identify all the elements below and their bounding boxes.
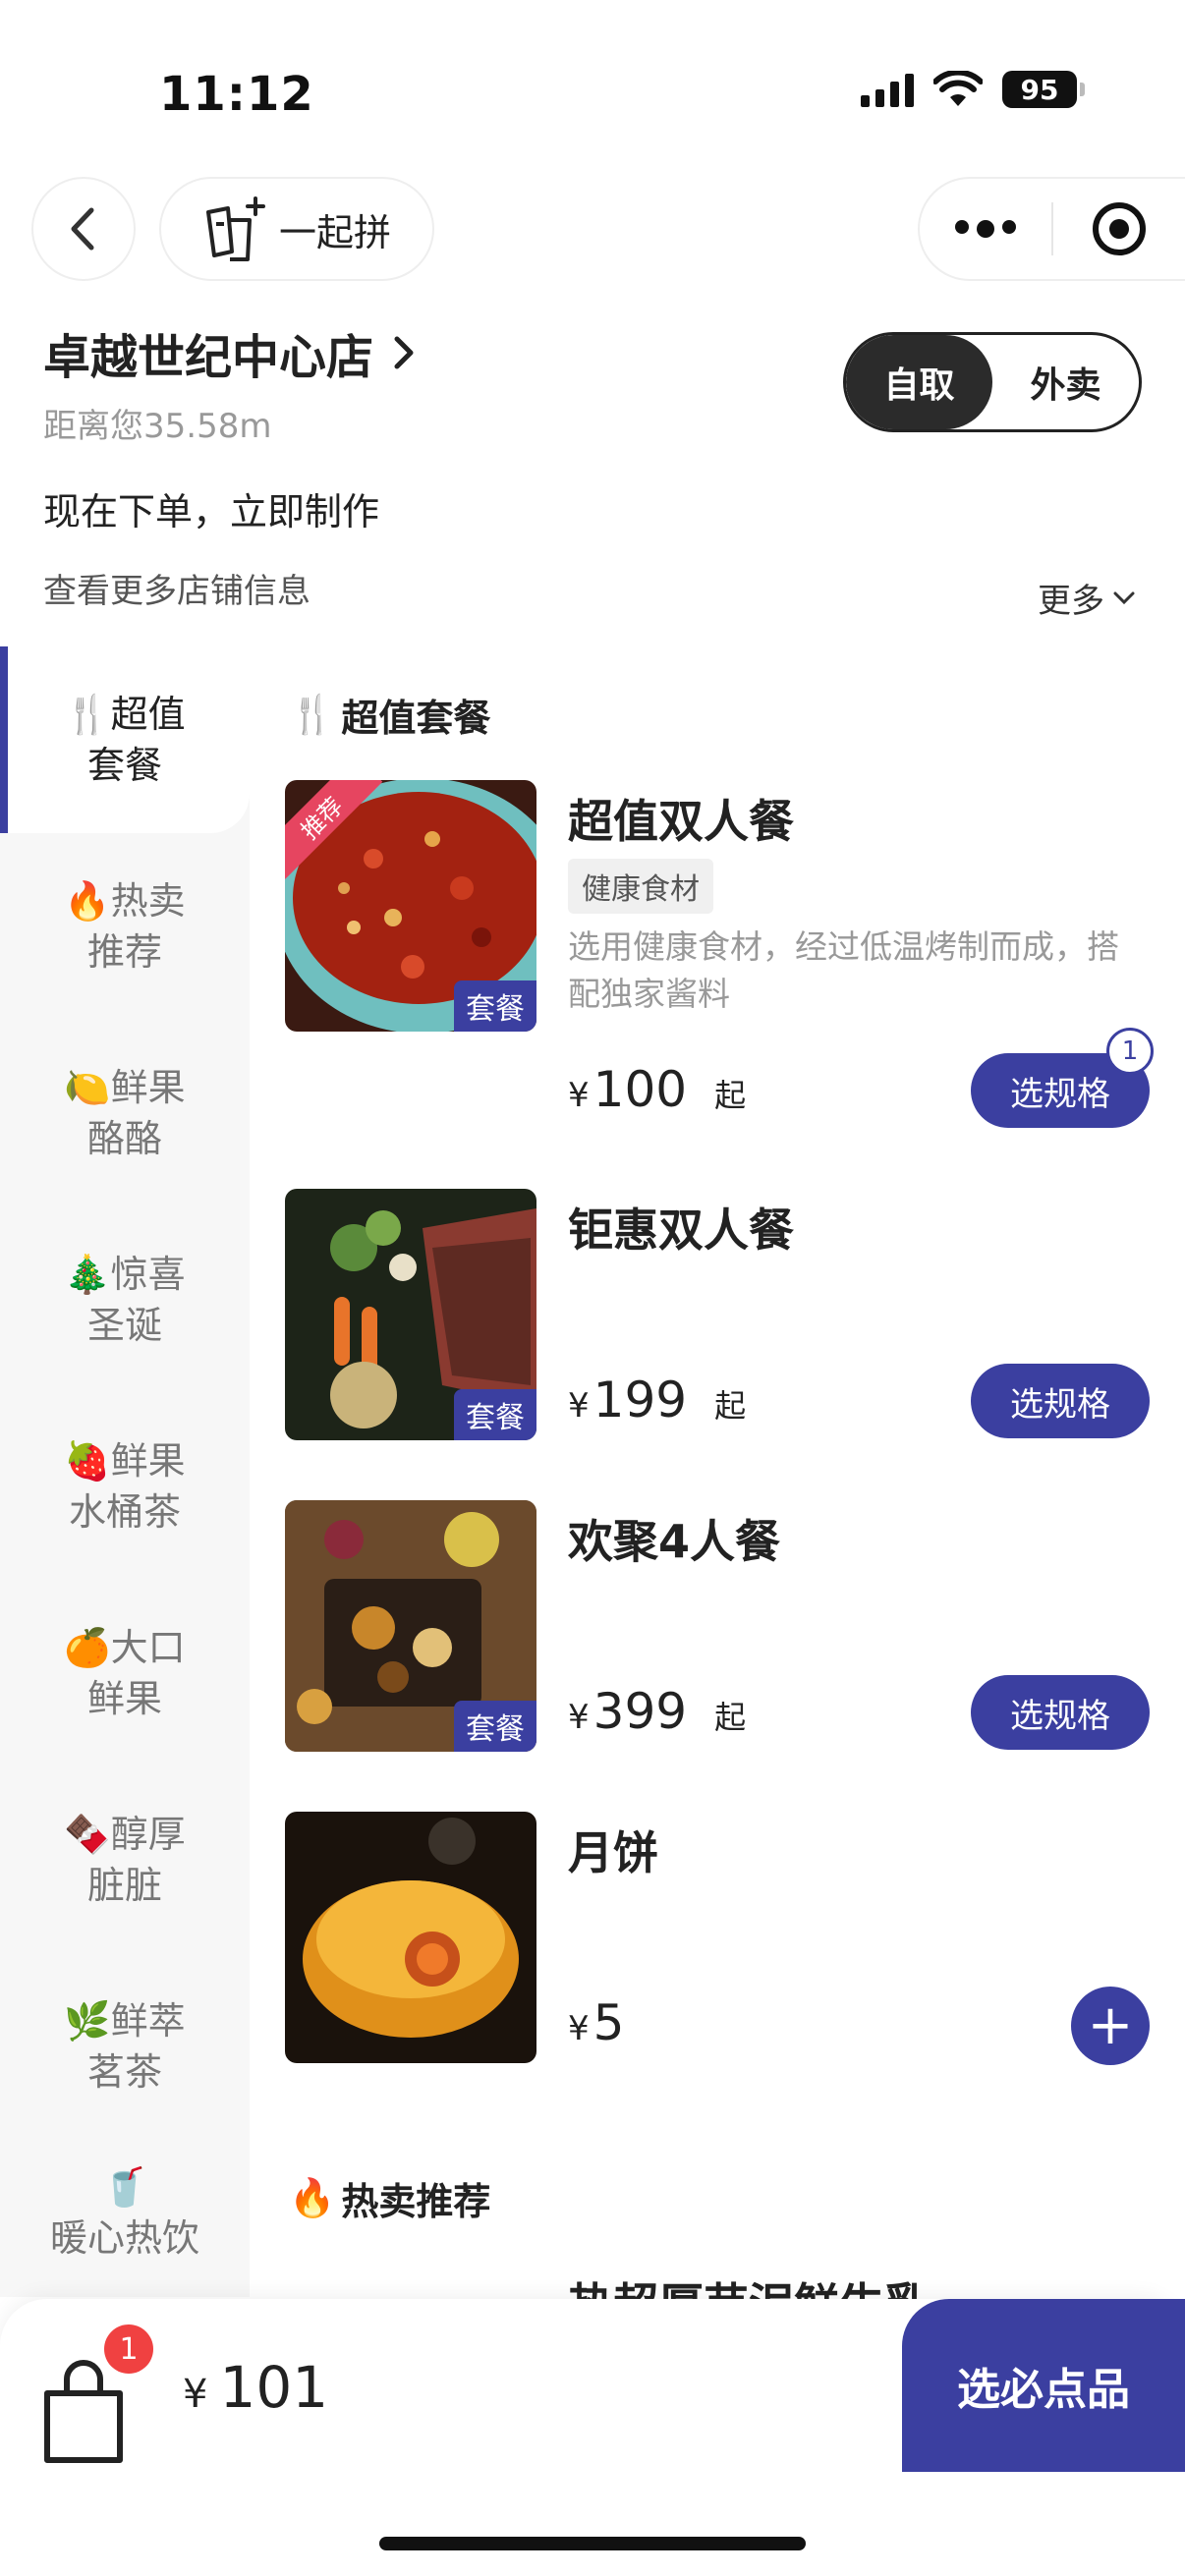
back-button[interactable]	[31, 177, 136, 281]
sidebar-item-hot[interactable]: 🔥热卖 推荐	[0, 833, 250, 1020]
product-name: 热超厚芋泥鲜牛乳	[568, 2269, 930, 2299]
shopping-bag-icon[interactable]	[39, 2358, 128, 2466]
order-mode-toggle: 自取 外卖	[843, 332, 1142, 432]
wifi-icon	[933, 71, 983, 106]
cups-plus-icon	[205, 196, 265, 261]
sidebar-item-dirty[interactable]: 🍫醇厚 脏脏	[0, 1766, 250, 1953]
product-image: 套餐	[285, 1189, 536, 1440]
sidebar-item-tea[interactable]: 🌿鲜萃 茗茶	[0, 1953, 250, 2140]
chevron-down-icon	[1113, 591, 1135, 604]
sidebar-item-big-fruit[interactable]: 🍊大口 鲜果	[0, 1580, 250, 1766]
product-name: 欢聚4人餐	[568, 1515, 781, 1568]
product-description: 选用健康食材，经过低温烤制而成，搭配独家酱料	[568, 927, 1119, 1013]
select-spec-button[interactable]: 选规格	[971, 1364, 1150, 1438]
strawberry-icon: 🍓	[64, 1439, 111, 1483]
product-card[interactable]: 月饼 ¥ 5 +	[285, 1812, 1150, 2065]
cutlery-icon: 🍴	[289, 693, 336, 736]
group-order-label: 一起拼	[278, 210, 391, 254]
product-name: 超值双人餐	[568, 795, 794, 848]
christmas-tree-icon: 🎄	[64, 1253, 111, 1296]
combo-tag: 套餐	[454, 980, 536, 1032]
product-card[interactable]: 套餐 欢聚4人餐 ¥ 399 起 选规格	[285, 1500, 1150, 1752]
drink-icon: 🥤	[101, 2165, 148, 2209]
sidebar-item-cheese-fruit[interactable]: 🍋鲜果 酪酪	[0, 1020, 250, 1206]
cutlery-icon: 🍴	[64, 693, 111, 736]
sidebar-item-christmas[interactable]: 🎄惊喜 圣诞	[0, 1206, 250, 1393]
category-sidebar: 🍴超值 套餐 🔥热卖 推荐 🍋鲜果 酪酪 🎄惊喜 圣诞 🍓鲜果 水桶茶 🍊大口 …	[0, 646, 250, 2297]
product-price: ¥ 5	[568, 1994, 625, 2051]
order-note: 现在下单，立即制作	[43, 490, 380, 533]
target-icon	[1092, 202, 1146, 255]
fire-icon: 🔥	[289, 2176, 336, 2219]
checkout-button[interactable]: 选必点品	[902, 2299, 1185, 2472]
select-spec-button[interactable]: 选规格 1	[971, 1028, 1154, 1128]
section-title-hot: 🔥 热卖推荐	[289, 2176, 491, 2223]
status-time: 11:12	[159, 67, 314, 122]
fire-icon: 🔥	[64, 879, 111, 923]
product-image	[285, 1812, 536, 2063]
product-price: ¥ 100 起	[568, 1061, 747, 1118]
leaf-icon: 🌿	[64, 1999, 111, 2043]
cart-total: ¥ 101	[183, 2354, 329, 2421]
close-miniprogram-button[interactable]	[1053, 202, 1185, 255]
product-price: ¥ 199 起	[568, 1372, 747, 1428]
sidebar-item-combo[interactable]: 🍴超值 套餐	[0, 646, 250, 833]
cellular-signal-icon	[861, 72, 914, 107]
store-selector[interactable]: 卓越世纪中心店	[43, 318, 417, 387]
product-card[interactable]: 推荐 套餐 超值双人餐 健康食材 选用健康食材，经过低温烤制而成，搭配独家酱料 …	[285, 780, 1154, 1128]
product-name: 钜惠双人餐	[568, 1204, 794, 1257]
selected-count-badge: 1	[1106, 1028, 1154, 1075]
more-label: 更多	[1038, 582, 1104, 621]
more-dropdown[interactable]: 更多	[1038, 574, 1136, 622]
cart-count-badge: 1	[104, 2324, 153, 2374]
chevron-right-icon	[394, 336, 414, 369]
store-more-info-link[interactable]: 查看更多店铺信息	[43, 564, 310, 612]
chocolate-icon: 🍫	[64, 1813, 111, 1856]
miniprogram-capsule	[918, 177, 1185, 281]
lemon-icon: 🍋	[64, 1066, 111, 1109]
orange-icon: 🍊	[64, 1626, 111, 1669]
product-name: 月饼	[568, 1826, 658, 1879]
group-order-button[interactable]: 一起拼	[159, 177, 434, 281]
store-distance: 距离您35.58m	[43, 407, 272, 446]
more-options-icon[interactable]	[920, 220, 1051, 238]
product-chip: 健康食材	[568, 859, 713, 914]
combo-tag: 套餐	[454, 1701, 536, 1752]
mode-pickup-option[interactable]: 自取	[846, 335, 992, 429]
product-price: ¥ 399 起	[568, 1683, 747, 1740]
product-image: 推荐 套餐	[285, 780, 536, 1032]
sidebar-item-bucket-tea[interactable]: 🍓鲜果 水桶茶	[0, 1393, 250, 1580]
battery-icon: 95	[1002, 71, 1085, 108]
product-image: 套餐	[285, 1500, 536, 1752]
product-card[interactable]: 套餐 钜惠双人餐 ¥ 199 起 选规格	[285, 1189, 1150, 1440]
select-spec-button[interactable]: 选规格	[971, 1675, 1150, 1750]
combo-tag: 套餐	[454, 1389, 536, 1440]
mode-delivery-option[interactable]: 外卖	[992, 335, 1139, 429]
add-to-cart-button[interactable]: +	[1071, 1987, 1150, 2065]
store-name: 卓越世纪中心店	[43, 330, 374, 385]
section-title-combo: 🍴 超值套餐	[289, 693, 491, 740]
status-icons: 95	[861, 71, 1085, 108]
home-indicator	[379, 2537, 806, 2550]
product-card[interactable]: 热超厚芋泥鲜牛乳	[285, 2260, 1150, 2299]
chevron-left-icon	[71, 207, 94, 251]
